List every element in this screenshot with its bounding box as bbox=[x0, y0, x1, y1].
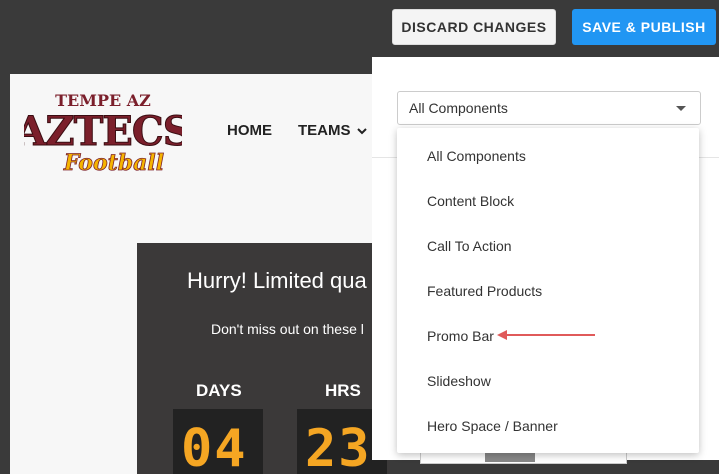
option-slideshow[interactable]: Slideshow bbox=[427, 373, 491, 389]
select-current-value: All Components bbox=[409, 100, 508, 116]
option-promo-bar[interactable]: Promo Bar bbox=[427, 328, 494, 344]
component-preview-thumb bbox=[485, 452, 535, 462]
component-filter-select[interactable]: All Components bbox=[397, 91, 701, 125]
annotation-arrow-icon bbox=[497, 330, 595, 340]
aztecs-football-logo[interactable]: TEMPE AZ AZTECS Football bbox=[24, 88, 182, 178]
nav-teams-label: TEAMS bbox=[298, 122, 351, 139]
discard-changes-button[interactable]: DISCARD CHANGES bbox=[392, 9, 556, 45]
nav-teams-link[interactable]: TEAMS bbox=[298, 122, 367, 139]
option-content-block[interactable]: Content Block bbox=[427, 193, 514, 209]
chevron-down-icon bbox=[356, 127, 367, 134]
logo-text-line3: Football bbox=[63, 150, 164, 176]
countdown-hours-label: HRS bbox=[325, 381, 361, 400]
option-all-components[interactable]: All Components bbox=[427, 148, 526, 164]
site-preview: TEMPE AZ AZTECS Football HOME TEAMS Hurr… bbox=[10, 74, 390, 474]
countdown-days-display: 04 bbox=[173, 409, 263, 474]
save-publish-button[interactable]: SAVE & PUBLISH bbox=[572, 9, 716, 45]
promo-subtitle: Don't miss out on these l bbox=[211, 321, 364, 337]
caret-down-icon bbox=[676, 106, 686, 111]
nav-home-link[interactable]: HOME bbox=[227, 122, 272, 139]
countdown-days-label: DAYS bbox=[196, 381, 242, 400]
option-featured-products[interactable]: Featured Products bbox=[427, 283, 542, 299]
promo-title: Hurry! Limited qua bbox=[187, 268, 367, 293]
promo-countdown-block: Hurry! Limited qua Don't miss out on the… bbox=[137, 243, 390, 474]
countdown-hours-value: 23 bbox=[305, 419, 372, 474]
option-call-to-action[interactable]: Call To Action bbox=[427, 238, 512, 254]
logo-text-line2: AZTECS bbox=[24, 108, 182, 155]
component-filter-dropdown: All Components Content Block Call To Act… bbox=[397, 128, 699, 453]
editor-toolbar: DISCARD CHANGES SAVE & PUBLISH bbox=[0, 0, 719, 57]
option-hero-space-banner[interactable]: Hero Space / Banner bbox=[427, 418, 558, 434]
countdown-days-value: 04 bbox=[181, 419, 248, 474]
